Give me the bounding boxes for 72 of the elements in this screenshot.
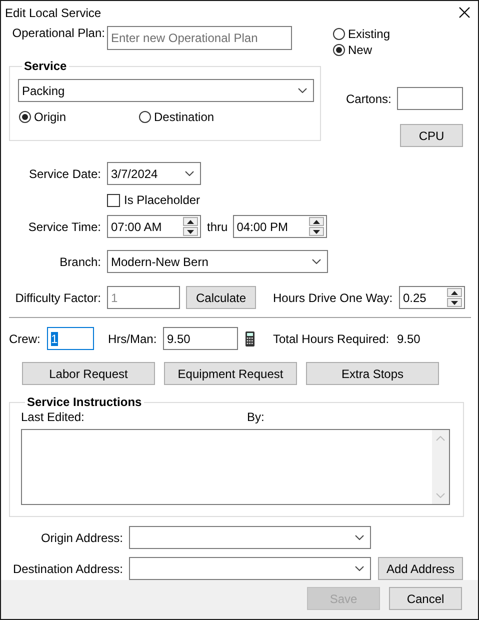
- cancel-button[interactable]: Cancel: [389, 587, 462, 610]
- up-arrow-icon: [187, 220, 194, 224]
- total-hours-value: 9.50: [397, 332, 420, 346]
- action-button[interactable]: Equipment Request: [164, 362, 297, 385]
- field-label: Cartons:: [346, 92, 392, 106]
- checkbox[interactable]: [107, 194, 120, 206]
- field-label: Crew:: [9, 332, 42, 346]
- spin-down-button[interactable]: [308, 227, 324, 236]
- scroll-down-icon: [436, 493, 445, 498]
- down-arrow-icon: [187, 230, 194, 234]
- instructions-textarea[interactable]: [21, 429, 450, 505]
- action-button[interactable]: Extra Stops: [306, 362, 439, 385]
- calculate-button[interactable]: Calculate: [186, 286, 256, 309]
- field-label: Last Edited:: [21, 410, 86, 424]
- radio-label: New: [348, 43, 372, 57]
- up-arrow-icon: [312, 220, 320, 224]
- chevron-icon: [355, 535, 364, 540]
- crew-field[interactable]: 1: [47, 327, 94, 350]
- start-time-field[interactable]: 07:00 AM: [107, 215, 201, 238]
- radio-button[interactable]: [139, 111, 151, 123]
- origin-address-dropdown[interactable]: [129, 526, 371, 549]
- field-label: Origin Address:: [40, 530, 123, 544]
- hrs-per-man-field[interactable]: 9.50: [163, 327, 238, 350]
- chevron-icon: [185, 171, 194, 176]
- chevron-icon: [355, 566, 364, 571]
- spin-down-button[interactable]: [447, 298, 462, 307]
- radio-button[interactable]: [333, 44, 345, 56]
- radio-label: Origin: [34, 110, 66, 124]
- up-arrow-icon: [451, 290, 458, 294]
- spin-down-button[interactable]: [183, 227, 198, 236]
- radio-label: Destination: [154, 110, 214, 124]
- action-button[interactable]: Labor Request: [22, 362, 155, 385]
- down-arrow-icon: [451, 300, 458, 304]
- cartons-field[interactable]: [397, 87, 464, 110]
- cpu-button[interactable]: CPU: [400, 124, 463, 147]
- down-arrow-icon: [312, 230, 320, 234]
- spin-up-button[interactable]: [183, 217, 198, 226]
- scrollbar[interactable]: [432, 430, 449, 504]
- radio-button[interactable]: [19, 111, 31, 123]
- operational-plan-field[interactable]: Enter new Operational Plan: [107, 26, 292, 50]
- separator-label: thru: [207, 220, 228, 234]
- group-title: Service Instructions: [26, 395, 143, 409]
- hours-drive-field[interactable]: 0.25: [399, 286, 465, 309]
- field-label: Branch:: [58, 254, 101, 268]
- close-button[interactable]: [459, 7, 470, 18]
- field-label: By:: [247, 410, 264, 424]
- date-picker[interactable]: 3/7/2024: [107, 162, 201, 185]
- field-label: Destination Address:: [12, 562, 123, 576]
- service-dropdown[interactable]: Packing: [18, 79, 314, 102]
- calculator-icon[interactable]: [245, 330, 255, 346]
- field-label: Hrs/Man:: [108, 332, 158, 346]
- field-label: Service Time:: [27, 220, 101, 234]
- field-label: Hours Drive One Way:: [273, 290, 394, 304]
- radio-button[interactable]: [333, 28, 345, 40]
- field-label: Difficulty Factor:: [14, 290, 101, 304]
- field-label: Total Hours Required:: [273, 332, 390, 346]
- group-title: Service: [23, 59, 68, 73]
- close-icon: [459, 7, 470, 18]
- end-time-field[interactable]: 04:00 PM: [232, 215, 327, 238]
- field-label: Operational Plan:: [11, 26, 105, 40]
- branch-dropdown[interactable]: Modern-New Bern: [107, 250, 328, 273]
- checkbox-label: Is Placeholder: [124, 193, 200, 207]
- destination-address-dropdown[interactable]: [129, 557, 371, 580]
- window-title: Edit Local Service: [5, 6, 102, 20]
- spin-up-button[interactable]: [308, 217, 324, 226]
- scroll-up-icon: [436, 436, 445, 441]
- chevron-icon: [312, 259, 321, 264]
- spin-up-button[interactable]: [447, 288, 462, 297]
- radio-label: Existing: [348, 27, 390, 41]
- chevron-icon: [298, 88, 307, 93]
- field-label: Service Date:: [28, 166, 101, 180]
- add-address-button[interactable]: Add Address: [378, 557, 463, 580]
